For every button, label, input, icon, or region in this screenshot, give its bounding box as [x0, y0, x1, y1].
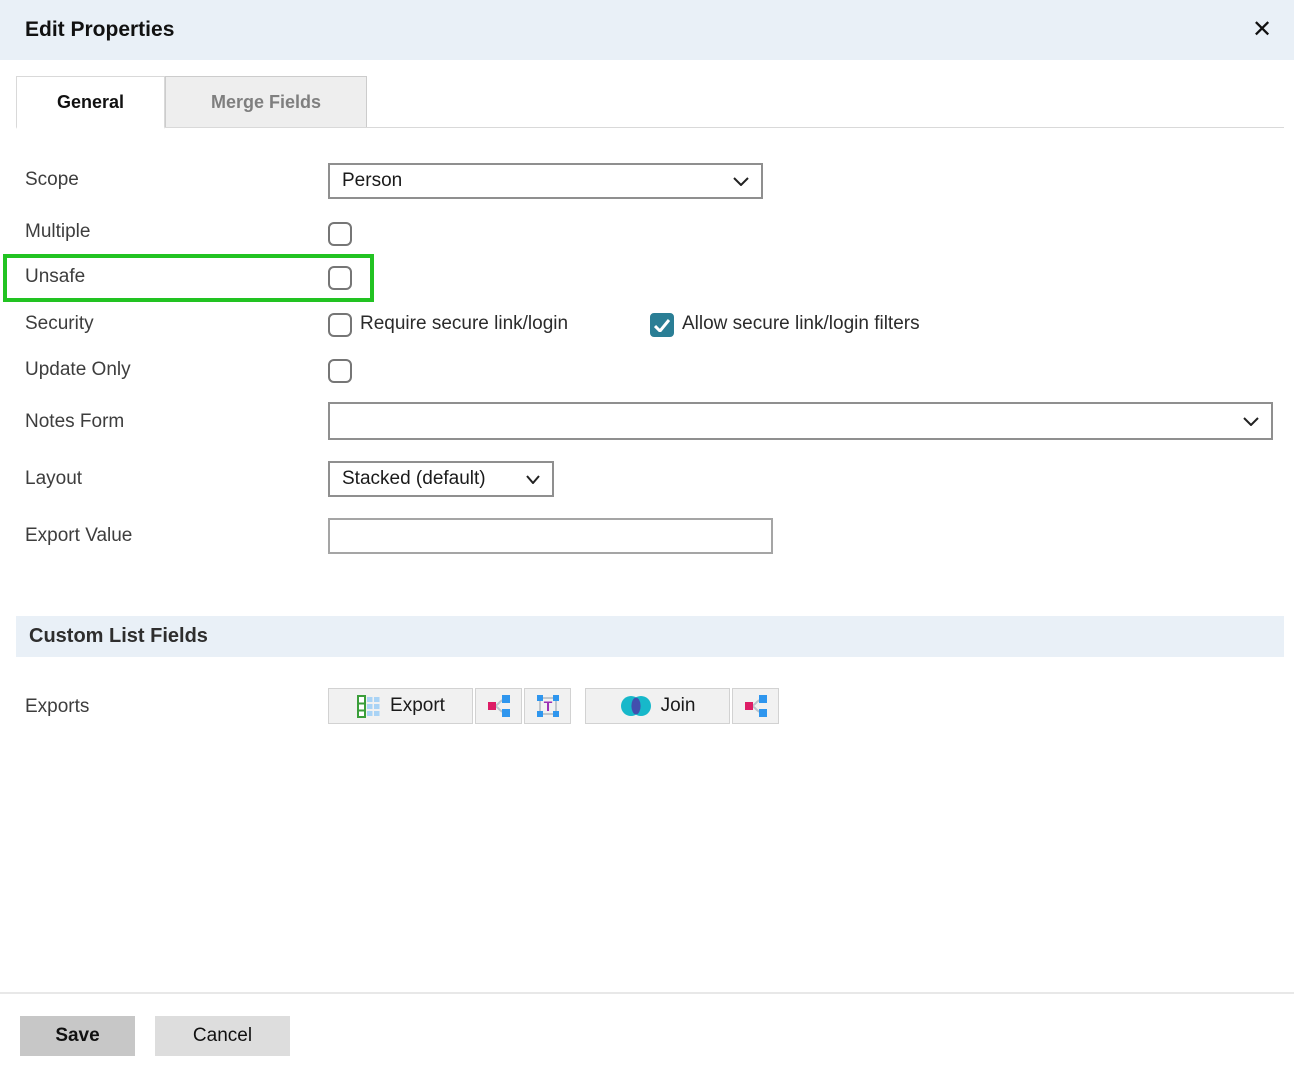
layout-select[interactable]: Stacked (default) — [328, 461, 554, 497]
chevron-down-icon — [733, 177, 749, 186]
allow-secure-link-label: Allow secure link/login filters — [682, 313, 920, 335]
branch-icon — [487, 694, 511, 718]
tab-bar: General Merge Fields — [16, 76, 1284, 128]
multiple-label: Multiple — [25, 221, 90, 243]
table-icon — [356, 694, 381, 719]
join-button-group: Join — [585, 688, 779, 724]
save-button[interactable]: Save — [20, 1016, 135, 1056]
check-icon — [654, 319, 670, 332]
join-button[interactable]: Join — [585, 688, 730, 724]
branch-icon — [744, 694, 768, 718]
require-secure-link-checkbox[interactable] — [328, 313, 352, 337]
notes-form-select[interactable] — [328, 402, 1273, 440]
custom-list-fields-header: Custom List Fields — [16, 616, 1284, 657]
export-button[interactable]: Export — [328, 688, 473, 724]
layout-select-value: Stacked (default) — [342, 468, 486, 490]
update-only-checkbox[interactable] — [328, 359, 352, 383]
chevron-down-icon — [1243, 417, 1259, 426]
cancel-button[interactable]: Cancel — [155, 1016, 290, 1056]
export-branch-button[interactable] — [475, 688, 522, 724]
security-label: Security — [25, 313, 94, 335]
edit-properties-dialog: Edit Properties ✕ General Merge Fields S… — [0, 0, 1294, 1067]
unsafe-checkbox[interactable] — [328, 266, 352, 290]
export-text-frame-button[interactable]: T — [524, 688, 571, 724]
allow-secure-link-checkbox[interactable] — [650, 313, 674, 337]
close-icon[interactable]: ✕ — [1246, 14, 1278, 46]
svg-text:T: T — [543, 698, 552, 714]
scope-select-value: Person — [342, 170, 402, 192]
dialog-titlebar: Edit Properties ✕ — [0, 0, 1294, 60]
exports-label: Exports — [25, 696, 89, 718]
text-frame-icon: T — [536, 694, 560, 718]
join-button-label: Join — [661, 695, 696, 717]
footer-divider — [0, 992, 1294, 994]
section-title: Custom List Fields — [16, 625, 208, 648]
multiple-checkbox[interactable] — [328, 222, 352, 246]
export-value-input[interactable] — [328, 518, 773, 554]
scope-label: Scope — [25, 169, 79, 191]
unsafe-label: Unsafe — [25, 266, 85, 288]
scope-select[interactable]: Person — [328, 163, 763, 199]
notes-form-label: Notes Form — [25, 411, 124, 433]
chevron-down-icon — [526, 475, 540, 484]
export-button-label: Export — [390, 695, 445, 717]
update-only-label: Update Only — [25, 359, 131, 381]
require-secure-link-label: Require secure link/login — [360, 313, 568, 335]
venn-icon — [620, 695, 652, 717]
dialog-title: Edit Properties — [0, 18, 174, 42]
layout-label: Layout — [25, 468, 82, 490]
export-button-group: Export T — [328, 688, 571, 724]
export-value-label: Export Value — [25, 525, 132, 547]
tab-general[interactable]: General — [16, 76, 165, 129]
join-branch-button[interactable] — [732, 688, 779, 724]
tab-merge-fields[interactable]: Merge Fields — [165, 76, 367, 127]
